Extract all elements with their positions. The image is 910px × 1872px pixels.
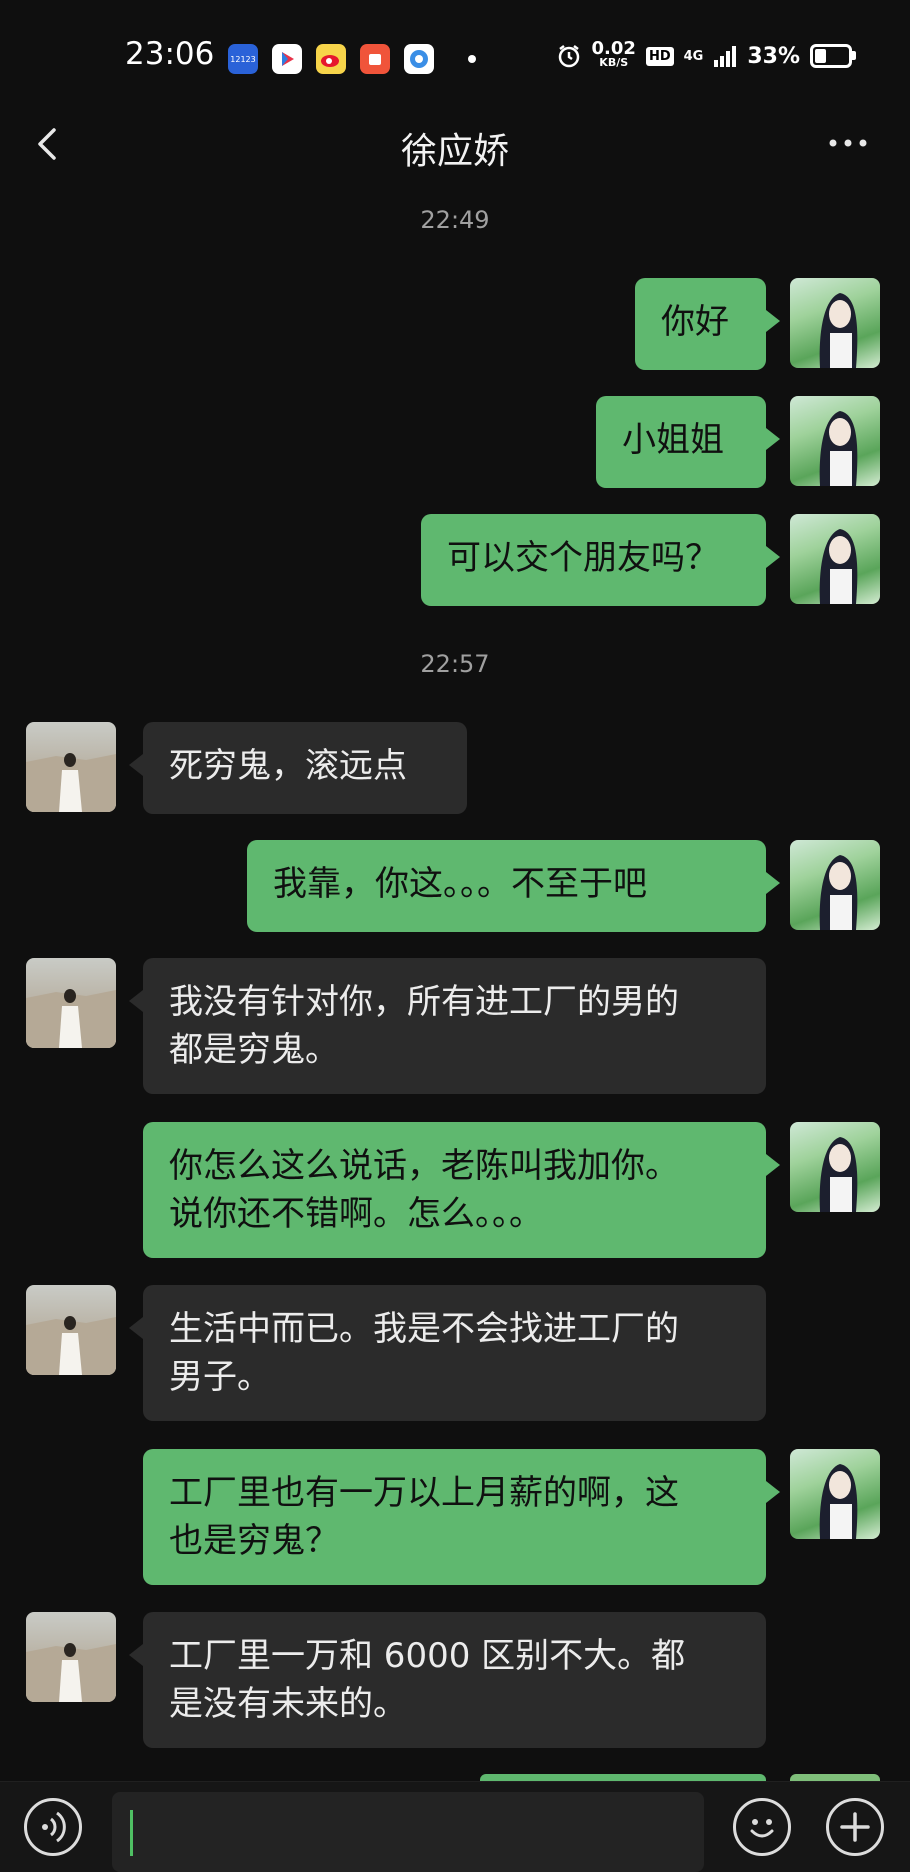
- contact-avatar[interactable]: [26, 1285, 116, 1375]
- weibo-icon: [316, 44, 346, 74]
- notification-dot: [468, 55, 476, 63]
- signal-type: 4G: [683, 48, 704, 64]
- plus-icon[interactable]: [826, 1798, 884, 1856]
- taobao-app-icon: [360, 44, 390, 74]
- contact-avatar[interactable]: [26, 1612, 116, 1702]
- my-avatar[interactable]: [790, 278, 880, 368]
- status-bar: 23:06 12123 0.02 KB/S HD 4G 33%: [0, 0, 910, 110]
- message-timestamp: 22:57: [420, 650, 490, 678]
- voice-icon[interactable]: [24, 1798, 82, 1856]
- status-right: 0.02 KB/S HD 4G 33%: [556, 38, 856, 70]
- battery-percent: 33%: [747, 43, 800, 69]
- input-bar: [0, 1781, 910, 1872]
- message-bubble-sent[interactable]: 小姐姐: [596, 396, 780, 488]
- signal-icon: [714, 46, 737, 67]
- battery-icon: [810, 44, 856, 68]
- video-app-icon: [272, 44, 302, 74]
- net-speed: 0.02 KB/S: [591, 38, 636, 70]
- app-12123-icon: 12123: [228, 44, 258, 74]
- message-bubble-received[interactable]: 生活中而已。我是不会找进工厂的 男子。: [129, 1285, 766, 1421]
- text-caret: [130, 1810, 133, 1856]
- my-avatar[interactable]: [790, 1449, 880, 1539]
- message-input[interactable]: [112, 1792, 704, 1872]
- browser-icon: [404, 44, 434, 74]
- my-avatar[interactable]: [790, 1122, 880, 1212]
- chat-title: 徐应娇: [400, 131, 509, 172]
- message-bubble-sent[interactable]: 可以交个朋友吗？: [421, 514, 780, 606]
- more-horizontal-icon[interactable]: [826, 128, 870, 158]
- status-time: 23:06: [125, 36, 215, 72]
- my-avatar[interactable]: [790, 396, 880, 486]
- message-timestamp: 22:49: [420, 206, 490, 234]
- status-app-icons: 12123: [228, 44, 476, 74]
- message-bubble-sent[interactable]: 你怎么这么说话，老陈叫我加你。 说你还不错啊。怎么。。。: [143, 1122, 780, 1258]
- message-bubble-sent[interactable]: 我靠，你这。。。不至于吧: [247, 840, 780, 932]
- contact-avatar[interactable]: [26, 958, 116, 1048]
- alarm-icon: [558, 45, 579, 68]
- contact-avatar[interactable]: [26, 722, 116, 812]
- message-bubble-sent[interactable]: 工厂里也有一万以上月薪的啊，这 也是穷鬼？: [143, 1449, 780, 1585]
- emoji-icon[interactable]: [733, 1798, 791, 1856]
- hd-badge: HD: [645, 46, 674, 66]
- my-avatar[interactable]: [790, 840, 880, 930]
- my-avatar[interactable]: [790, 514, 880, 604]
- message-bubble-received[interactable]: 我没有针对你，所有进工厂的男的 都是穷鬼。: [129, 958, 766, 1094]
- message-bubble-sent[interactable]: 你好: [635, 278, 780, 370]
- message-bubble-received[interactable]: 工厂里一万和 6000 区别不大。都 是没有未来的。: [129, 1612, 766, 1748]
- chat-header: 徐应娇: [0, 110, 910, 190]
- message-bubble-received[interactable]: 死穷鬼，滚远点: [129, 722, 467, 814]
